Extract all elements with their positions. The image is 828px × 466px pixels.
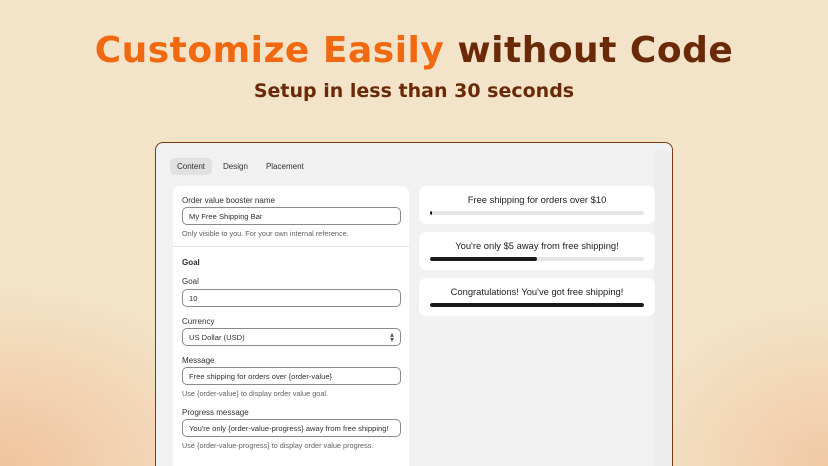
- tab-design[interactable]: Design: [216, 158, 255, 175]
- preview-card-goal: Free shipping for orders over $10: [419, 186, 655, 224]
- preview-message: Free shipping for orders over $10: [467, 194, 607, 205]
- divider: [173, 246, 409, 247]
- message-help-text: Use {order-value} to display order value…: [182, 389, 329, 398]
- name-label: Order value booster name: [182, 196, 275, 205]
- progress-message-label: Progress message: [182, 408, 249, 417]
- hero-title: Customize Easily without Code: [0, 30, 828, 71]
- progress-bar-fill: [430, 303, 644, 307]
- scrollbar[interactable]: [654, 151, 672, 466]
- goal-input[interactable]: 10: [182, 289, 401, 307]
- progress-message-input[interactable]: You're only {order-value-progress} away …: [182, 419, 401, 437]
- message-label: Message: [182, 356, 215, 365]
- currency-value: US Dollar (USD): [189, 333, 245, 342]
- hero-subtitle: Setup in less than 30 seconds: [253, 80, 575, 102]
- currency-select[interactable]: US Dollar (USD) ▴ ▾: [182, 328, 401, 346]
- preview-card-complete: Congratulations! You've got free shippin…: [419, 278, 655, 316]
- name-help-text: Only visible to you. For your own intern…: [182, 229, 349, 238]
- progress-bar: [430, 211, 644, 215]
- preview-card-progress: You're only $5 away from free shipping!: [419, 232, 655, 270]
- currency-label: Currency: [182, 317, 215, 326]
- settings-form-card: Order value booster name My Free Shippin…: [173, 186, 409, 466]
- progress-bar: [430, 303, 644, 307]
- progress-bar-fill: [430, 211, 433, 215]
- goal-section-heading: Goal: [182, 258, 200, 267]
- tab-bar: Content Design Placement: [170, 158, 311, 175]
- progress-help-text: Use {order-value-progress} to display or…: [182, 441, 374, 450]
- hero-title-accent: Customize Easily: [94, 30, 445, 71]
- hero-title-rest: without Code: [457, 30, 734, 71]
- preview-message: You're only $5 away from free shipping!: [455, 240, 619, 251]
- app-window: Content Design Placement Order value boo…: [155, 142, 673, 466]
- preview-message: Congratulations! You've got free shippin…: [450, 286, 624, 297]
- select-arrows-icon: ▴ ▾: [389, 330, 394, 344]
- tab-placement[interactable]: Placement: [259, 158, 311, 175]
- booster-name-input[interactable]: My Free Shipping Bar: [182, 207, 401, 225]
- progress-bar: [430, 257, 644, 261]
- progress-bar-fill: [430, 257, 537, 261]
- tab-content[interactable]: Content: [170, 158, 213, 175]
- goal-label: Goal: [182, 277, 199, 286]
- message-input[interactable]: Free shipping for orders over {order-val…: [182, 367, 401, 385]
